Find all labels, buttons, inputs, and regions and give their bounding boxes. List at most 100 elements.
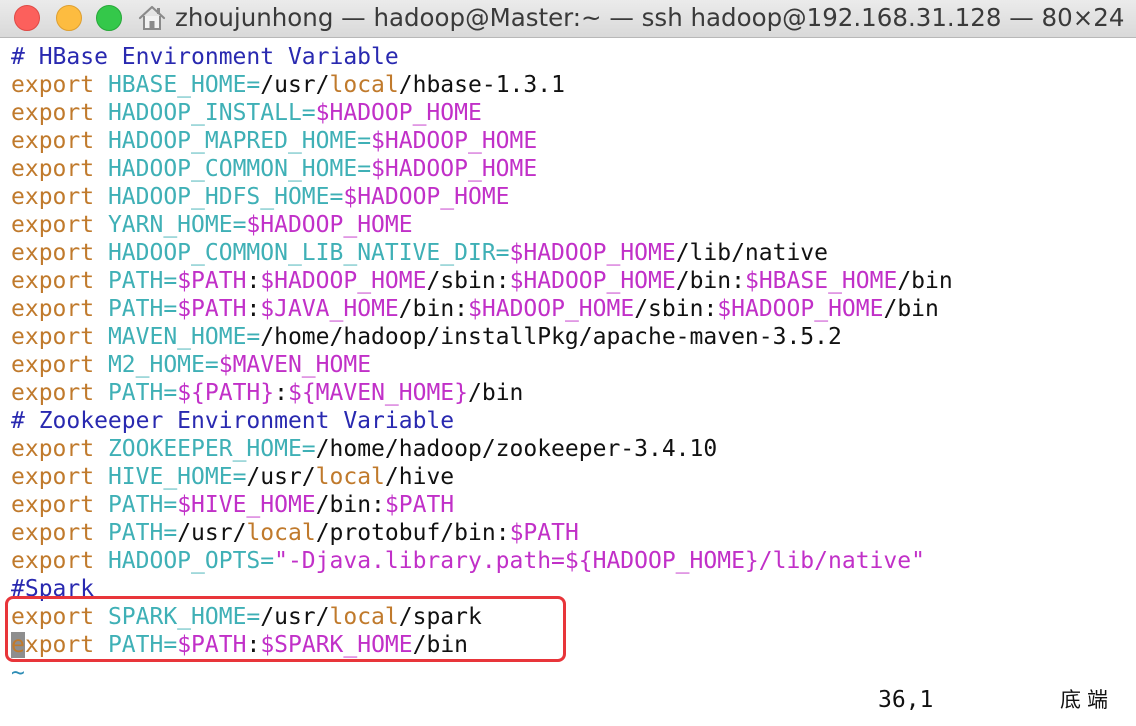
terminal-line: export HADOOP_COMMON_LIB_NATIVE_DIR=$HAD… <box>11 239 1131 267</box>
line-token: SPARK_HOME= <box>94 604 261 630</box>
line-token: /protobuf/bin: <box>315 520 510 546</box>
line-token: /hbase-1.3.1 <box>398 72 565 98</box>
terminal-line: export PATH=$HIVE_HOME/bin:$PATH <box>11 491 1131 519</box>
line-token: export <box>11 240 95 266</box>
line-token: $HADOOP_HOME <box>246 212 413 238</box>
line-token: $HBASE_HOME <box>744 268 898 294</box>
line-token: export <box>11 380 95 406</box>
terminal-line: #Spark <box>11 575 1131 603</box>
line-token: PATH= <box>94 268 178 294</box>
terminal-line: export HADOOP_MAPRED_HOME=$HADOOP_HOME <box>11 127 1131 155</box>
line-token: export <box>11 604 95 630</box>
line-token: $HADOOP_HOME <box>371 156 538 182</box>
line-token: ZOOKEEPER_HOME= <box>94 436 316 462</box>
line-token: local <box>329 72 399 98</box>
terminal-line: export M2_HOME=$MAVEN_HOME <box>11 351 1131 379</box>
line-token: /hive <box>384 464 455 490</box>
line-token: export <box>11 100 95 126</box>
line-token: ~ <box>11 660 25 686</box>
cursor-position: 36,1 <box>878 687 934 713</box>
line-token: M2_HOME= <box>94 352 219 378</box>
terminal-line: export HADOOP_OPTS="-Djava.library.path=… <box>11 547 1131 575</box>
line-token: HADOOP_COMMON_LIB_NATIVE_DIR= <box>94 240 510 266</box>
terminal-line: ~ <box>11 659 1131 687</box>
window-title: zhoujunhong — hadoop@Master:~ — ssh hado… <box>175 3 1125 32</box>
line-token: HADOOP_OPTS= <box>94 548 275 574</box>
line-token: $HADOOP_HOME <box>717 296 884 322</box>
line-token: /bin <box>468 380 524 406</box>
terminal-line: # HBase Environment Variable <box>11 43 1131 71</box>
minimize-button[interactable] <box>56 5 82 31</box>
line-token: PATH= <box>94 492 178 518</box>
terminal-line: export PATH=${PATH}:${MAVEN_HOME}/bin <box>11 379 1131 407</box>
line-token: $HADOOP_HOME <box>260 268 427 294</box>
line-token: export <box>11 212 95 238</box>
line-token: PATH= <box>94 632 178 658</box>
text-cursor: e <box>11 632 25 658</box>
line-token: /home/hadoop/installPkg/apache-maven-3.5… <box>260 324 842 350</box>
line-token: $PATH <box>384 492 455 518</box>
terminal-line: export YARN_HOME=$HADOOP_HOME <box>11 211 1131 239</box>
line-token: : <box>246 632 261 658</box>
line-token: # Zookeeper Environment Variable <box>11 408 455 434</box>
line-token: PATH= <box>94 296 178 322</box>
scroll-indicator: 底端 <box>1060 688 1114 712</box>
terminal-window: zhoujunhong — hadoop@Master:~ — ssh hado… <box>0 0 1136 726</box>
line-token: # HBase Environment Variable <box>11 44 399 70</box>
line-token: /usr/ <box>260 72 330 98</box>
line-token: /home/hadoop/zookeeper-3.4.10 <box>315 436 718 462</box>
zoom-button[interactable] <box>96 5 122 31</box>
line-token: /lib/native <box>675 240 829 266</box>
line-token: HADOOP_INSTALL= <box>94 100 316 126</box>
line-token: export <box>11 520 95 546</box>
line-token: export <box>11 268 95 294</box>
line-token: export <box>11 296 95 322</box>
line-token: : <box>246 296 261 322</box>
line-token: export <box>11 492 95 518</box>
terminal-line: export PATH=$PATH:$SPARK_HOME/bin <box>11 631 1131 659</box>
terminal-line: export HADOOP_HDFS_HOME=$HADOOP_HOME <box>11 183 1131 211</box>
line-token: #Spark <box>11 576 95 602</box>
line-token: $PATH <box>177 268 247 294</box>
line-token: /bin <box>883 296 939 322</box>
line-token: /usr/ <box>177 520 247 546</box>
line-token: local <box>315 464 385 490</box>
title-bar[interactable]: zhoujunhong — hadoop@Master:~ — ssh hado… <box>0 0 1136 38</box>
line-token: PATH= <box>94 520 178 546</box>
line-token: : <box>274 380 288 406</box>
line-token: /bin: <box>398 296 469 322</box>
line-token: ${MAVEN_HOME} <box>287 380 468 406</box>
terminal-line: export HIVE_HOME=/usr/local/hive <box>11 463 1131 491</box>
line-token: /bin <box>412 632 469 658</box>
line-token: YARN_HOME= <box>94 212 247 238</box>
line-token: /bin: <box>675 268 745 294</box>
line-token: : <box>246 268 261 294</box>
line-token: $HADOOP_HOME <box>315 100 482 126</box>
line-token: $HADOOP_HOME <box>509 268 676 294</box>
close-button[interactable] <box>14 5 40 31</box>
line-token: export <box>11 352 95 378</box>
line-token: export <box>11 464 95 490</box>
terminal-line: # Zookeeper Environment Variable <box>11 407 1131 435</box>
terminal-line: export SPARK_HOME=/usr/local/spark <box>11 603 1131 631</box>
line-token: HBASE_HOME= <box>94 72 261 98</box>
line-token: HADOOP_COMMON_HOME= <box>94 156 372 182</box>
line-token: $HADOOP_HOME <box>468 296 635 322</box>
line-token: HADOOP_HDFS_HOME= <box>94 184 344 210</box>
line-token: export <box>11 72 95 98</box>
terminal-content[interactable]: # HBase Environment Variable export HBASE… <box>11 43 1131 687</box>
line-token: export <box>11 324 95 350</box>
line-token: export <box>11 548 95 574</box>
home-icon <box>138 5 166 30</box>
terminal-line: export HADOOP_COMMON_HOME=$HADOOP_HOME <box>11 155 1131 183</box>
line-token: /usr/ <box>260 604 330 630</box>
line-token: $JAVA_HOME <box>260 296 399 322</box>
line-token: /sbin: <box>634 296 718 322</box>
line-token: ${PATH} <box>177 380 275 406</box>
line-token: $PATH <box>177 632 247 658</box>
line-token: HADOOP_MAPRED_HOME= <box>94 128 372 154</box>
line-token: $PATH <box>509 520 579 546</box>
line-token: xport <box>24 632 95 658</box>
line-token: export <box>11 128 95 154</box>
line-token: /bin <box>897 268 953 294</box>
